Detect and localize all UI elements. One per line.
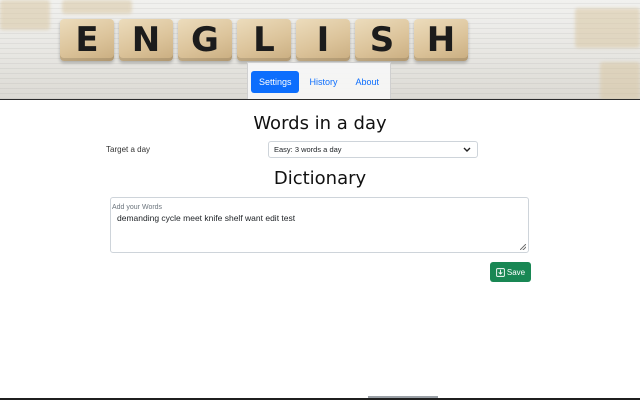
words-per-day-select[interactable]: Easy: 3 words a day	[268, 141, 478, 158]
words-in-a-day-heading: Words in a day	[253, 113, 387, 134]
letter-tile: E	[60, 19, 114, 61]
textarea-value: demanding cycle meet knife shelf want ed…	[117, 213, 296, 223]
tab-about[interactable]: About	[348, 71, 388, 93]
textarea-placeholder: Add your Words	[112, 204, 163, 211]
header-banner: E N G L I S H Settings History About	[0, 0, 640, 100]
letter-tile: I	[296, 19, 350, 61]
background-tile-blur	[600, 62, 640, 99]
top-nav: Settings History About	[247, 62, 391, 99]
save-label: Save	[506, 267, 526, 277]
tab-settings[interactable]: Settings	[250, 70, 300, 93]
letter-tile: S	[355, 19, 409, 61]
bottom-indicator	[368, 396, 438, 398]
letter-tile: H	[414, 19, 468, 61]
words-textarea[interactable]: Add your Words demanding cycle meet knif…	[110, 197, 529, 253]
background-tile-blur	[575, 8, 640, 48]
select-value: Easy: 3 words a day	[274, 145, 342, 154]
chevron-down-icon	[463, 142, 471, 162]
resize-handle[interactable]	[520, 244, 526, 250]
download-icon	[496, 267, 505, 277]
background-tile-blur	[0, 0, 50, 30]
letter-tile: N	[119, 19, 173, 61]
target-a-day-label: Target a day	[106, 145, 151, 154]
dictionary-heading: Dictionary	[273, 168, 367, 189]
tab-history[interactable]: History	[301, 71, 345, 93]
save-button[interactable]: Save	[490, 262, 531, 282]
english-letter-tiles: E N G L I S H	[60, 19, 468, 61]
letter-tile: L	[237, 19, 291, 61]
background-tile-blur	[62, 0, 132, 14]
letter-tile: G	[178, 19, 232, 61]
